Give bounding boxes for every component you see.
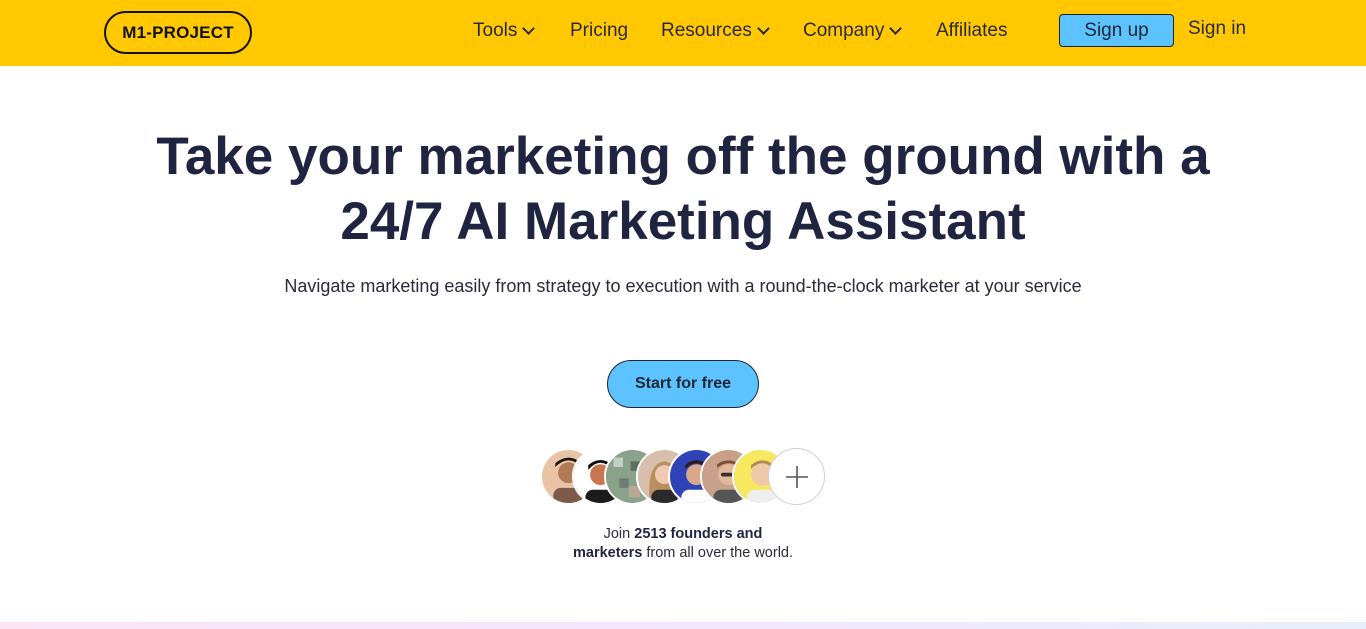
chevron-down-icon	[522, 22, 536, 35]
signup-button[interactable]: Sign up	[1059, 14, 1174, 47]
signin-link[interactable]: Sign in	[1188, 18, 1246, 40]
nav-resources-label: Resources	[661, 20, 752, 41]
nav-pricing-label: Pricing	[570, 20, 629, 41]
join-audience-bold: marketers	[572, 545, 643, 561]
avatar-group	[540, 448, 830, 506]
nav-affiliates[interactable]: Affiliates	[936, 18, 1007, 44]
next-section-edge	[0, 622, 1366, 629]
brand-logo[interactable]: M1-PROJECT	[104, 11, 252, 54]
join-count-bold: 2513 founders and	[634, 526, 763, 542]
hero-subtitle: Navigate marketing easily from strategy …	[284, 276, 1082, 296]
start-for-free-button[interactable]: Start for free	[607, 360, 759, 408]
chevron-down-icon	[756, 22, 770, 35]
hero-title-line-2: 24/7 AI Marketing Assistant	[340, 192, 1026, 251]
nav-pricing[interactable]: Pricing	[570, 18, 628, 44]
more-members-button[interactable]	[768, 448, 825, 505]
hero-title-line-1: Take your marketing off the ground with …	[156, 127, 1210, 186]
hero-title: Take your marketing off the ground with …	[83, 124, 1283, 254]
join-count-text: Join 2513 founders and marketers from al…	[533, 525, 833, 563]
nav-company[interactable]: Company	[803, 18, 903, 44]
join-prefix: Join	[603, 526, 631, 542]
plus-icon	[785, 465, 808, 488]
site-header: M1-PROJECT Tools Pricing Resources Compa…	[0, 0, 1366, 66]
nav-affiliates-label: Affiliates	[936, 20, 1008, 41]
nav-tools[interactable]: Tools	[473, 18, 536, 44]
nav-tools-label: Tools	[473, 20, 518, 41]
nav-resources[interactable]: Resources	[661, 18, 770, 44]
nav-company-label: Company	[803, 20, 885, 41]
chevron-down-icon	[889, 22, 903, 35]
join-suffix: from all over the world.	[646, 545, 794, 561]
